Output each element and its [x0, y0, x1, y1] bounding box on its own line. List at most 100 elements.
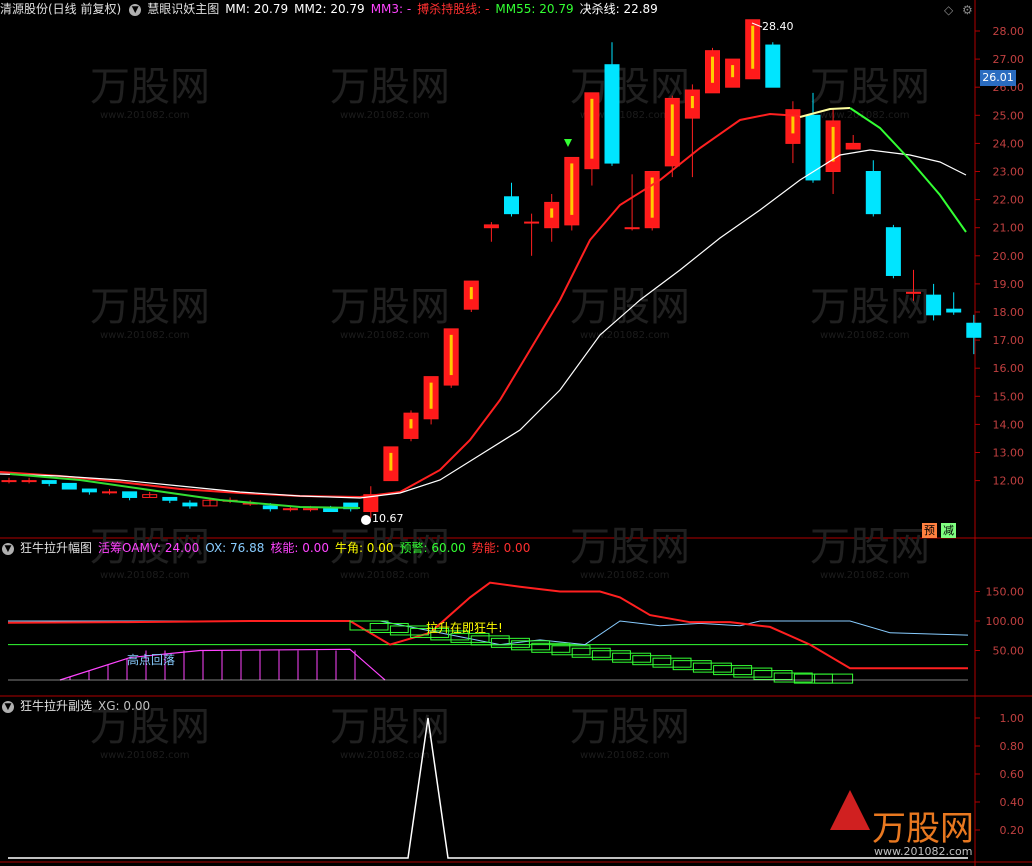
main-y-label: 12.00	[993, 475, 1025, 488]
main-y-label: 27.00	[993, 53, 1025, 66]
candle-body	[162, 496, 178, 501]
candle-body	[765, 44, 781, 88]
candle-body	[885, 227, 901, 276]
watermark-url: www.201082.com	[580, 330, 670, 341]
sub2-y-label: 0.20	[1000, 824, 1025, 837]
watermark-brand: 万股网	[570, 704, 690, 750]
sub1-toggle-icon[interactable]: ▼	[2, 542, 14, 555]
staircase-box	[490, 637, 530, 648]
watermark-url: www.201082.com	[340, 750, 430, 761]
main-param-list: MM: 20.79 MM2: 20.79 MM3: - 搏杀持股线: - MM55: 2…	[225, 2, 664, 16]
main-y-label: 14.00	[993, 418, 1025, 431]
candle-body	[303, 508, 318, 511]
high-drop-label: 高点回落	[127, 652, 175, 667]
staircase-box	[814, 673, 854, 684]
main-param-5: 决杀线: 22.89	[579, 2, 658, 16]
brand-url: www.201082.com	[874, 845, 972, 858]
main-y-label: 18.00	[993, 306, 1025, 319]
watermark-brand: 万股网	[90, 284, 210, 330]
candle-body	[524, 221, 540, 224]
staircase-box	[389, 625, 429, 636]
candle-body	[262, 505, 278, 510]
sub2-panel-header: ▼ 狂牛拉升副选 XG: 0.00	[0, 697, 162, 715]
staircase-box	[591, 650, 631, 661]
candle-body	[102, 491, 117, 494]
sub2-param-list: XG: 0.00	[98, 699, 156, 713]
sub2-toggle-icon[interactable]: ▼	[2, 700, 14, 713]
candle-body	[323, 508, 339, 513]
candle-body	[483, 224, 499, 229]
watermark-url: www.201082.com	[580, 750, 670, 761]
candle-body	[966, 322, 982, 338]
sub1-title[interactable]: 狂牛拉升幅图	[20, 541, 92, 555]
staircase-box	[753, 670, 793, 681]
watermark-brand: 万股网	[570, 524, 690, 570]
sub1-y-label: 150.00	[986, 586, 1025, 599]
main-y-label: 24.00	[993, 137, 1025, 150]
staircase-box	[612, 652, 652, 663]
watermark-url: www.201082.com	[340, 570, 430, 581]
candle-body	[504, 196, 519, 215]
main-indicator-name[interactable]: 慧眼识妖主图	[147, 2, 219, 16]
main-y-label: 25.00	[993, 109, 1025, 122]
sub1-param-5: 势能: 0.00	[471, 541, 531, 555]
sub1-panel-header: ▼ 狂牛拉升幅图 活筹OAMV: 24.00 OX: 76.88 核能: 0.00 牛角:…	[0, 539, 542, 557]
watermark-url: www.201082.com	[100, 110, 190, 121]
watermark-brand: 万股网	[330, 64, 450, 110]
sub2-title[interactable]: 狂牛拉升副选	[20, 699, 92, 713]
watermark-brand: 万股网	[570, 284, 690, 330]
brand-logo: 万股网	[872, 809, 974, 849]
candle-body	[604, 64, 620, 164]
staircase-box	[733, 667, 773, 678]
main-y-label: 21.00	[993, 222, 1025, 235]
rally-label: 拉升在即狂牛!	[426, 620, 503, 635]
low-price-label: 10.67	[372, 512, 404, 525]
candle-body	[946, 308, 962, 313]
main-y-label: 20.00	[993, 250, 1025, 263]
main-y-label: 15.00	[993, 390, 1025, 403]
sub1-param-4: 预警: 60.00	[399, 541, 466, 555]
watermark-url: www.201082.com	[340, 330, 430, 341]
indicator-toggle-icon[interactable]: ▼	[129, 3, 142, 16]
high-price-label: 28.40	[762, 20, 794, 33]
candle-body	[865, 171, 881, 215]
watermark-url: www.201082.com	[100, 330, 190, 341]
main-param-2: MM3: -	[370, 2, 412, 16]
candle-body	[282, 508, 298, 511]
main-y-label: 28.00	[993, 25, 1025, 38]
staircase-box	[713, 665, 753, 676]
current-price-tag: 26.01	[980, 70, 1016, 86]
badge-yu: 预	[922, 523, 937, 538]
sub1-param-0: 活筹OAMV: 24.00	[98, 541, 200, 555]
main-y-label: 22.00	[993, 194, 1025, 207]
watermark-url: www.201082.com	[340, 110, 430, 121]
main-panel-header: 清源股份(日线 前复权) ▼ 慧眼识妖主图 MM: 20.79 MM2: 20.79 MM…	[0, 0, 670, 18]
sub1-param-list: 活筹OAMV: 24.00 OX: 76.88 核能: 0.00 牛角: 0.00 预警…	[98, 541, 536, 555]
staircase-box	[369, 622, 409, 633]
main-y-label: 13.00	[993, 447, 1025, 460]
main-y-label: 19.00	[993, 278, 1025, 291]
main-param-4: MM55: 20.79	[495, 2, 574, 16]
candle-body	[41, 480, 57, 484]
watermark-brand: 万股网	[810, 524, 930, 570]
sub1-param-1: OX: 76.88	[205, 541, 265, 555]
watermark-url: www.201082.com	[100, 750, 190, 761]
sub2-y-label: 0.40	[1000, 796, 1025, 809]
stock-chart[interactable]: 28.0027.0026.0025.0024.0023.0022.0021.00…	[0, 0, 1032, 866]
main-param-3: 搏杀持股线: -	[417, 2, 490, 16]
watermark-brand: 万股网	[810, 64, 930, 110]
low-marker-icon	[361, 515, 371, 525]
candle-body	[906, 291, 921, 294]
candle-body	[182, 502, 198, 507]
main-y-label: 17.00	[993, 334, 1025, 347]
candle-body	[624, 227, 640, 230]
sub2-y-label: 0.60	[1000, 768, 1025, 781]
stock-title[interactable]: 清源股份(日线 前复权)	[0, 2, 121, 16]
diamond-icon[interactable]: ◇	[944, 3, 953, 17]
settings-gear-icon[interactable]: ⚙	[962, 3, 973, 17]
staircase-box	[692, 662, 732, 673]
main-param-0: MM: 20.79	[225, 2, 289, 16]
buy-arrow-icon	[564, 139, 572, 147]
candle-body	[1, 480, 17, 483]
staircase-box	[652, 657, 692, 668]
